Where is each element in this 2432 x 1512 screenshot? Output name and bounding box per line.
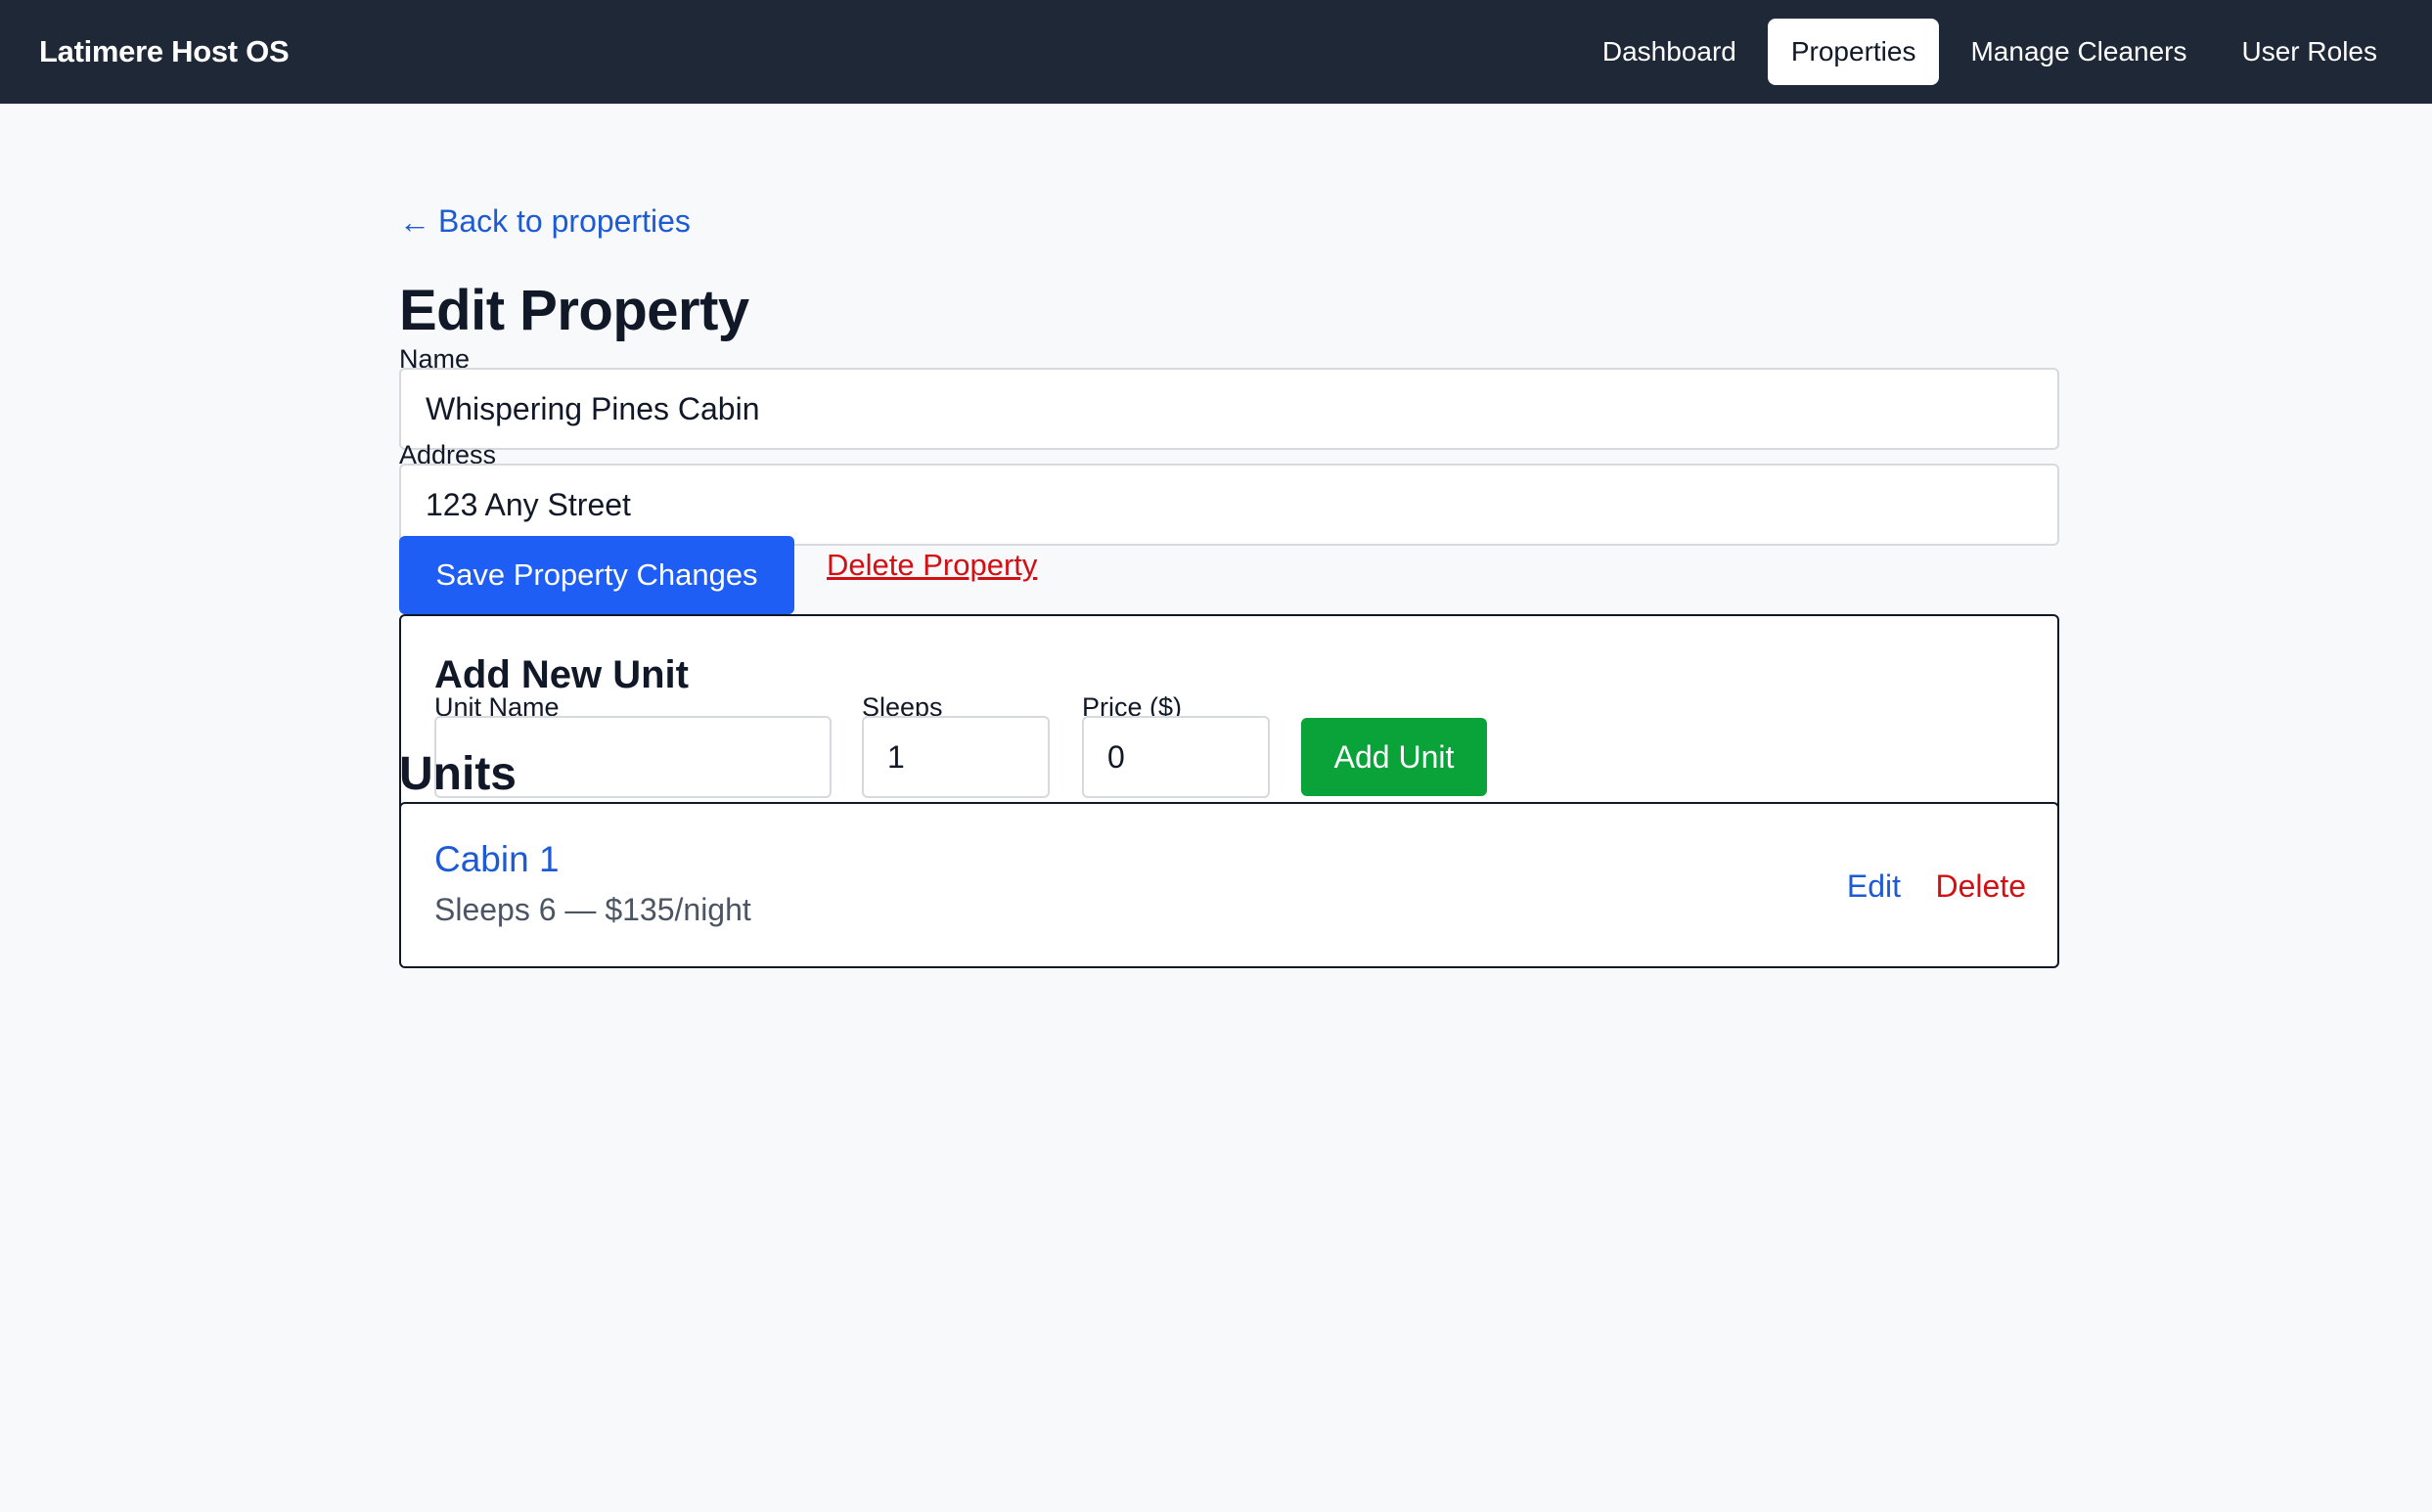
nav-properties[interactable]: Properties bbox=[1767, 19, 1940, 85]
page-title: Edit Property bbox=[399, 279, 749, 342]
arrow-left-icon: ← bbox=[399, 203, 430, 240]
save-property-button[interactable]: Save Property Changes bbox=[399, 536, 794, 614]
property-address-input[interactable] bbox=[399, 464, 2059, 546]
add-unit-title: Add New Unit bbox=[434, 653, 689, 696]
sleeps-input[interactable] bbox=[862, 716, 1050, 798]
main-nav: Dashboard Properties Manage Cleaners Use… bbox=[1579, 19, 2401, 85]
nav-user-roles[interactable]: User Roles bbox=[2219, 19, 2401, 85]
back-to-properties-link[interactable]: ← Back to properties bbox=[399, 203, 691, 240]
app-brand[interactable]: Latimere Host OS bbox=[39, 34, 290, 69]
delete-property-link[interactable]: Delete Property bbox=[827, 548, 1037, 583]
delete-unit-link[interactable]: Delete bbox=[1936, 868, 2027, 905]
edit-unit-link[interactable]: Edit bbox=[1847, 868, 1901, 905]
nav-dashboard[interactable]: Dashboard bbox=[1579, 19, 1760, 85]
unit-card: Cabin 1 Sleeps 6 — $135/night Edit Delet… bbox=[399, 802, 2059, 968]
back-link-label: Back to properties bbox=[438, 203, 691, 239]
property-name-input[interactable] bbox=[399, 368, 2059, 450]
top-navbar: Latimere Host OS Dashboard Properties Ma… bbox=[0, 0, 2432, 104]
price-input[interactable] bbox=[1082, 716, 1270, 798]
add-unit-button[interactable]: Add Unit bbox=[1301, 718, 1487, 796]
nav-manage-cleaners[interactable]: Manage Cleaners bbox=[1947, 19, 2210, 85]
unit-details: Sleeps 6 — $135/night bbox=[434, 892, 751, 927]
units-heading: Units bbox=[399, 748, 517, 800]
unit-name-link[interactable]: Cabin 1 bbox=[434, 839, 560, 880]
